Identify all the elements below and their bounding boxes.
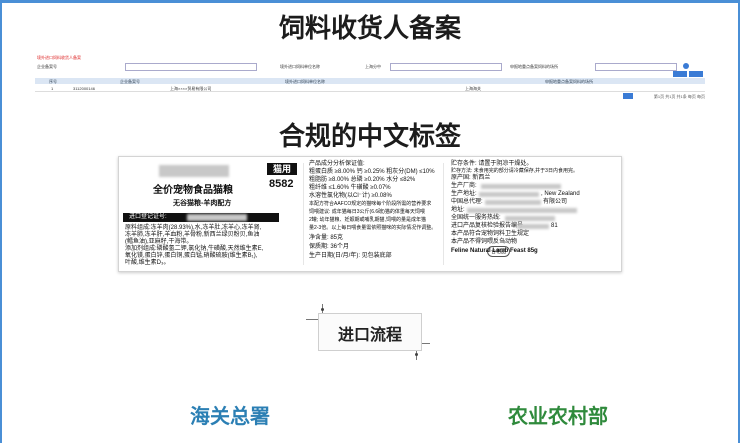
ingredient-line: 添加剂组成:磷酸氢二钾,氯化钠,牛磺酸,天然维生素E, [125,246,264,252]
redacted-address [479,192,539,197]
redacted-manufacturer [481,184,561,189]
redacted-agent-address [467,208,577,213]
storage-line: 贮存条件: 请置于阴凉干燥处。 [451,161,533,167]
filter-label: 境外进口饲料单位名称 [280,64,320,69]
section-title-filing: 饲料收货人备案 [278,14,461,44]
redacted-agent [485,200,541,205]
ingredient-line: 冻羊肺,冻羊肝,羊血粉,羊骨粉,新西兰绿贝粉贝,鱼油 [125,232,260,238]
reset-button[interactable] [689,71,703,77]
pager-button[interactable] [623,93,633,99]
cell-company: 上海××××贸易有限公司 [170,86,212,91]
analysis-line: 粗蛋白质 ≥8.00% 钙 ≥0.25% 粗灰分(DM) ≤10% [309,169,435,175]
analysis-line: 生产日期(日/月/年): 见包装底部 [309,253,392,259]
import-process-box: 进口流程 [318,313,422,351]
analysis-line: 粗纤维 ≤1.60% 牛磺酸 ≥0.07% [309,185,391,191]
filing-system-screenshot: 境外进口饲料收货人备案 企业备案号 境外进口饲料单位名称 上海分中 申报地重点备… [35,55,705,105]
divider [303,163,304,265]
cell-index: 1 [51,86,54,91]
pager-text: 第1页 共1页 共1条 每页 每页 [653,94,705,99]
crosshair-dot [415,353,418,356]
ingredient-line: 叶酸,维生素D₃。 [125,260,170,266]
storage-line: 本产品符合宠物饲料卫生规定 [451,231,530,237]
redacted-hotline [505,216,555,221]
cell-filing-number: 3112000146 [73,86,95,91]
analysis-line: 产品成分分析保证值: [309,161,365,167]
analysis-line: 净含量: 85克 [309,235,344,241]
storage-line: 进口产品复核检验报告编号 [451,223,524,229]
ingredient-line: 氧化镁,蛋白锌,蛋白铜,蛋白锰,硝酸硫胺(维生素B₁), [125,253,258,259]
help-icon[interactable] [683,63,689,69]
chinese-label-image: 猫用 8582 全价宠物食品猫粮 无谷猫粮-羊肉配方 进口登记证号: 原料组成:… [118,156,622,272]
agent-suffix: 有限公司 [543,199,568,205]
storage-line: 本产品不得饲喂反刍动物 [451,239,518,245]
address-suffix: , New Zealand [541,191,580,197]
filter-input[interactable] [125,63,257,71]
filter-label: 申报地重点备案饲料的场所 [510,64,558,69]
search-button[interactable] [673,71,687,77]
filter-label: 上海分中 [365,64,381,69]
redacted-report [517,224,549,229]
product-code: 8582 [269,178,294,190]
product-name: 全价宠物食品猫粮 [153,185,233,196]
analysis-line: 保质期: 36个月 [309,244,350,250]
analysis-line: 粗脂肪 ≥8.00% 总磷 ≥0.20% 水分 ≤82% [309,177,416,183]
table-row[interactable]: 1 3112000146 上海××××贸易有限公司 上海海关 [35,85,705,92]
registration-label: 进口登记证号: [129,214,167,220]
storage-line: 生产地址: [451,191,477,197]
analysis-line: 量2-3倍。以上每日喂食量需依照猫咪的实际情况作调整。 [309,225,437,231]
analysis-line: 2罐; 幼年猫粮、妊娠期或哺乳期猫,饲喂的量是成年猫 [309,217,426,223]
org-agriculture: 农业农村部 [508,404,608,428]
storage-line: 地址: [451,207,465,213]
crosshair-dot [321,308,324,311]
cell-location: 上海海关 [465,86,481,91]
ingredient-line: (鳕鱼油),亚麻籽,干海带。 [125,239,193,245]
filter-label: 企业备案号 [37,64,57,69]
storage-line: 原产国: 新西兰 [451,175,491,181]
table-header: 序号 企业备案号 境外进口饲料单位名称 申报地重点备案饲料的场所 [35,78,705,84]
filter-row: 企业备案号 境外进口饲料单位名称 上海分中 申报地重点备案饲料的场所 [35,61,705,71]
redacted-registration [187,214,247,221]
report-suffix: 81 [551,223,558,229]
org-customs: 海关总署 [190,404,270,428]
type-badge: 猫用 [267,163,297,175]
section-title-label: 合规的中文标签 [278,122,461,152]
redacted-brand [159,165,229,177]
storage-line: 全国统一服务热线: [451,215,501,221]
divider [443,163,444,265]
import-process-label: 进口流程 [337,325,402,344]
filter-input[interactable] [390,63,502,71]
filter-input[interactable] [595,63,677,71]
analysis-line: 水溶性氯化物(以Cl⁻计) ≥0.08% [309,193,392,199]
analysis-line: 本配方符合AAFCO规定的猫咪每个阶段所需的营养要求 [309,201,432,207]
storage-line: 贮存方法: 未食用完的部分请冷藏保存,并于3日内食用完。 [451,168,578,174]
product-subname: 无谷猫粮-羊肉配方 [173,200,232,207]
storage-line: 中国总代理: [451,199,483,205]
ingredient-line: 原料组成:冻羊肉(28.93%),水,冻羊肚,冻羊心,冻羊肾, [125,225,262,231]
storage-line: 生产厂商: [451,183,477,189]
product-english-name: Feline Natural Lamb Feast 85g [451,248,538,254]
analysis-line: 饲喂建议: 成年猫每日3公斤(6.6磅)猫的体重每天饲喂 [309,209,425,215]
